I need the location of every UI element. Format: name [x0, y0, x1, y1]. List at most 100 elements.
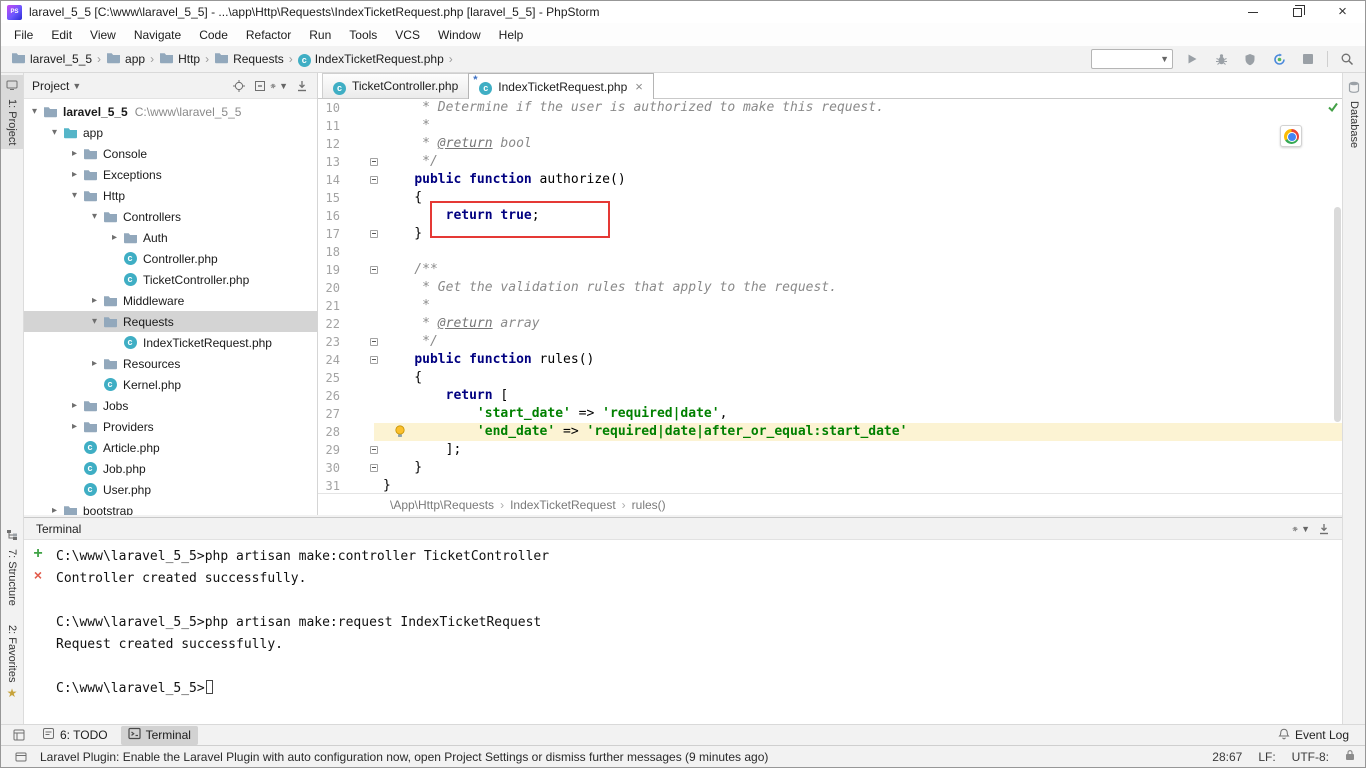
menu-window[interactable]: Window: [429, 25, 490, 45]
nav-crumb[interactable]: app: [104, 50, 147, 68]
tree-item[interactable]: c User.php: [24, 479, 317, 500]
chevron-right-icon[interactable]: ▸: [67, 400, 82, 411]
code-line[interactable]: 29 ];: [318, 441, 1342, 459]
code-line[interactable]: 18: [318, 243, 1342, 261]
hide-panel-button[interactable]: [291, 76, 312, 96]
stop-button[interactable]: [1298, 49, 1318, 69]
editor-scrollbar[interactable]: [1334, 207, 1341, 422]
code-line[interactable]: 27 'start_date' => 'required|date',: [318, 405, 1342, 423]
toolwindow-button-todo[interactable]: 6: TODO: [35, 726, 115, 745]
fold-marker-icon[interactable]: [370, 464, 378, 472]
search-everywhere-button[interactable]: [1337, 49, 1357, 69]
chevron-right-icon[interactable]: ▸: [67, 169, 82, 180]
fold-marker-icon[interactable]: [370, 446, 378, 454]
toolwindow-button-database[interactable]: Database: [1343, 77, 1365, 152]
close-icon[interactable]: ×: [635, 80, 643, 93]
menu-edit[interactable]: Edit: [42, 25, 81, 45]
tree-item[interactable]: ▾ Http: [24, 185, 317, 206]
menu-tools[interactable]: Tools: [340, 25, 386, 45]
nav-crumb[interactable]: Requests: [212, 50, 286, 68]
close-button[interactable]: ×: [1320, 1, 1365, 23]
nav-crumb[interactable]: c IndexTicketRequest.php: [296, 51, 446, 68]
toolwindow-switcher-icon[interactable]: [9, 725, 29, 745]
chevron-down-icon[interactable]: ▾: [87, 316, 102, 327]
tree-item[interactable]: c Job.php: [24, 458, 317, 479]
tree-item[interactable]: ▸ Console: [24, 143, 317, 164]
run-configuration-select[interactable]: ▼: [1091, 49, 1173, 69]
locate-file-button[interactable]: [228, 76, 249, 96]
toolwindow-button-terminal[interactable]: Terminal: [120, 725, 198, 745]
tree-item[interactable]: ▾ laravel_5_5 C:\www\laravel_5_5: [24, 101, 317, 122]
tree-item[interactable]: ▸ Resources: [24, 353, 317, 374]
fold-marker-icon[interactable]: [370, 158, 378, 166]
nav-crumb[interactable]: laravel_5_5: [9, 50, 94, 68]
code-line[interactable]: 26 return [: [318, 387, 1342, 405]
terminal-output[interactable]: C:\www\laravel_5_5>php artisan make:cont…: [52, 540, 1342, 726]
editor-tab[interactable]: c TicketController.php: [322, 73, 470, 98]
code-line[interactable]: 21 *: [318, 297, 1342, 315]
tree-item[interactable]: ▸ bootstrap: [24, 500, 317, 515]
chevron-down-icon[interactable]: ▾: [47, 127, 62, 138]
chevron-down-icon[interactable]: ▾: [67, 190, 82, 201]
fold-marker-icon[interactable]: [370, 266, 378, 274]
menu-vcs[interactable]: VCS: [386, 25, 429, 45]
toolwindow-button-structure[interactable]: 7: Structure: [1, 525, 23, 610]
lock-icon[interactable]: [1345, 749, 1355, 764]
line-ending-widget[interactable]: LF:: [1258, 750, 1275, 764]
menu-file[interactable]: File: [5, 25, 42, 45]
tree-item[interactable]: c IndexTicketRequest.php: [24, 332, 317, 353]
tree-item[interactable]: ▸ Jobs: [24, 395, 317, 416]
run-button[interactable]: [1182, 49, 1202, 69]
tree-item[interactable]: ▾ app: [24, 122, 317, 143]
menu-code[interactable]: Code: [190, 25, 237, 45]
encoding-widget[interactable]: UTF-8:: [1292, 750, 1329, 764]
tree-item[interactable]: ▸ Providers: [24, 416, 317, 437]
terminal-settings-button[interactable]: ▼: [1292, 519, 1313, 539]
code-line[interactable]: 20 * Get the validation rules that apply…: [318, 279, 1342, 297]
code-line[interactable]: 11 *: [318, 117, 1342, 135]
editor-tab[interactable]: c * IndexTicketRequest.php ×: [468, 73, 654, 99]
hide-terminal-button[interactable]: [1313, 519, 1334, 539]
chevron-right-icon[interactable]: ▸: [67, 148, 82, 159]
settings-button[interactable]: ▼: [270, 76, 291, 96]
chevron-down-icon[interactable]: ▾: [87, 211, 102, 222]
tree-item[interactable]: c Controller.php: [24, 248, 317, 269]
toolwindow-button-favorites[interactable]: 2: Favorites ★: [1, 621, 23, 703]
restore-button[interactable]: [1275, 1, 1320, 23]
tree-item[interactable]: ▸ Exceptions: [24, 164, 317, 185]
fold-marker-icon[interactable]: [370, 230, 378, 238]
intention-bulb-icon[interactable]: [394, 425, 406, 444]
chevron-right-icon[interactable]: ▸: [67, 421, 82, 432]
chevron-right-icon[interactable]: ▸: [87, 295, 102, 306]
close-session-button[interactable]: ×: [34, 568, 42, 582]
code-line[interactable]: 13 */: [318, 153, 1342, 171]
breadcrumb-item[interactable]: rules(): [630, 498, 668, 512]
chevron-down-icon[interactable]: ▾: [27, 106, 42, 117]
minimize-button[interactable]: [1230, 1, 1275, 23]
tree-item[interactable]: ▸ Auth: [24, 227, 317, 248]
code-line[interactable]: 24 public function rules(): [318, 351, 1342, 369]
collapse-all-button[interactable]: [249, 76, 270, 96]
inspections-ok-icon[interactable]: [1327, 101, 1339, 116]
code-line[interactable]: 28 'end_date' => 'required|date|after_or…: [318, 423, 1342, 441]
breadcrumb-item[interactable]: IndexTicketRequest: [508, 498, 618, 512]
menu-view[interactable]: View: [81, 25, 125, 45]
menu-help[interactable]: Help: [490, 25, 533, 45]
event-log-button[interactable]: Event Log: [1278, 728, 1357, 743]
tree-item[interactable]: ▾ Controllers: [24, 206, 317, 227]
coverage-button[interactable]: [1240, 49, 1260, 69]
code-line[interactable]: 30 }: [318, 459, 1342, 477]
code-line[interactable]: 12 * @return bool: [318, 135, 1342, 153]
chevron-right-icon[interactable]: ▸: [87, 358, 102, 369]
code-line[interactable]: 31}: [318, 477, 1342, 493]
open-in-browser-button[interactable]: [1280, 125, 1302, 147]
code-line[interactable]: 10 * Determine if the user is authorized…: [318, 99, 1342, 117]
fold-marker-icon[interactable]: [370, 176, 378, 184]
tree-item[interactable]: ▾ Requests: [24, 311, 317, 332]
fold-marker-icon[interactable]: [370, 356, 378, 364]
profiler-button[interactable]: [1269, 49, 1289, 69]
chevron-right-icon[interactable]: ▸: [107, 232, 122, 243]
code-line[interactable]: 22 * @return array: [318, 315, 1342, 333]
tree-item[interactable]: c TicketController.php: [24, 269, 317, 290]
menu-run[interactable]: Run: [300, 25, 340, 45]
